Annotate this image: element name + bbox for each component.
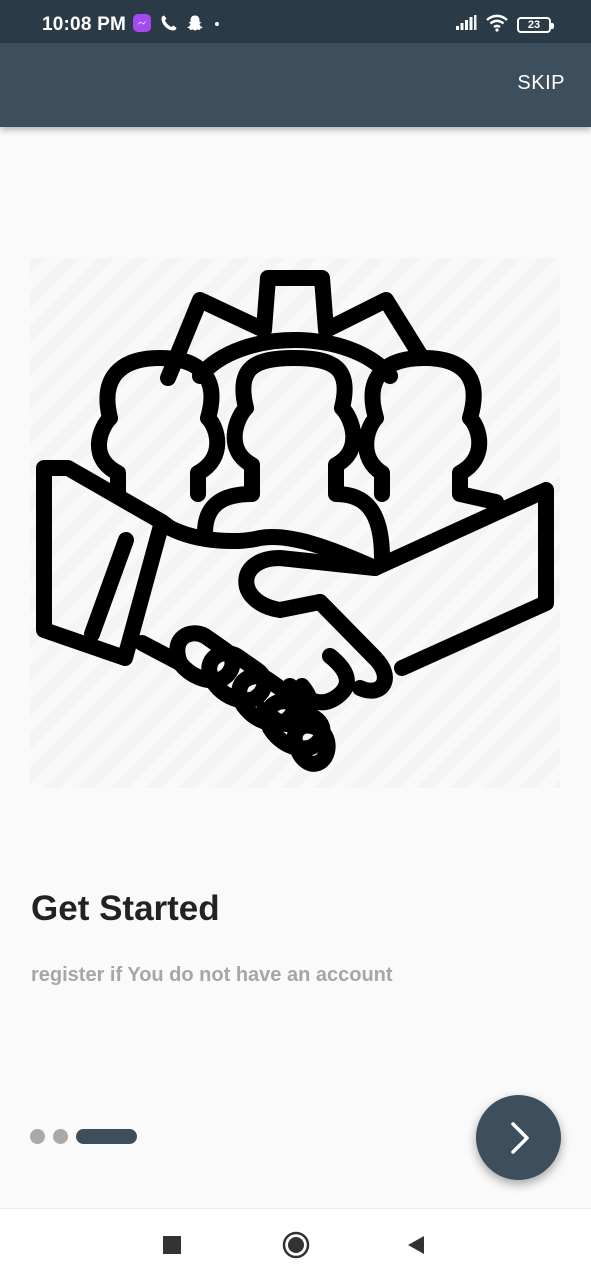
system-icons: 23 — [455, 14, 554, 37]
page-subtitle: register if You do not have an account — [31, 964, 393, 986]
recents-square-icon — [163, 1236, 181, 1254]
battery-level: 23 — [527, 19, 541, 31]
system-nav-bar — [0, 1208, 591, 1280]
messenger-icon — [132, 13, 152, 38]
handshake-team-gear-icon — [36, 270, 554, 772]
home-button[interactable] — [282, 1231, 310, 1259]
skip-button[interactable]: SKIP — [517, 72, 565, 95]
chevron-right-icon — [510, 1121, 529, 1154]
app-bar: SKIP — [0, 43, 591, 127]
signal-icon — [455, 14, 477, 36]
back-triangle-icon — [408, 1236, 424, 1254]
back-button[interactable] — [404, 1233, 428, 1257]
next-button[interactable] — [476, 1095, 561, 1180]
status-time: 10:08 PM — [42, 14, 126, 35]
dot-icon — [212, 14, 222, 37]
home-circle-icon — [282, 1231, 310, 1259]
onboarding-illustration — [30, 258, 560, 788]
status-bar: 10:08 PM 23 — [0, 0, 591, 43]
recents-button[interactable] — [160, 1233, 184, 1257]
battery-icon: 23 — [517, 17, 554, 33]
page-dot-3-active — [76, 1129, 137, 1144]
page-title: Get Started — [31, 889, 220, 928]
page-indicator — [30, 1129, 137, 1144]
snapchat-icon — [186, 14, 204, 37]
page-dot-2 — [53, 1129, 68, 1144]
wifi-icon — [485, 14, 509, 37]
page-dot-1 — [30, 1129, 45, 1144]
notification-icons — [132, 13, 222, 38]
phone-icon — [160, 14, 178, 37]
